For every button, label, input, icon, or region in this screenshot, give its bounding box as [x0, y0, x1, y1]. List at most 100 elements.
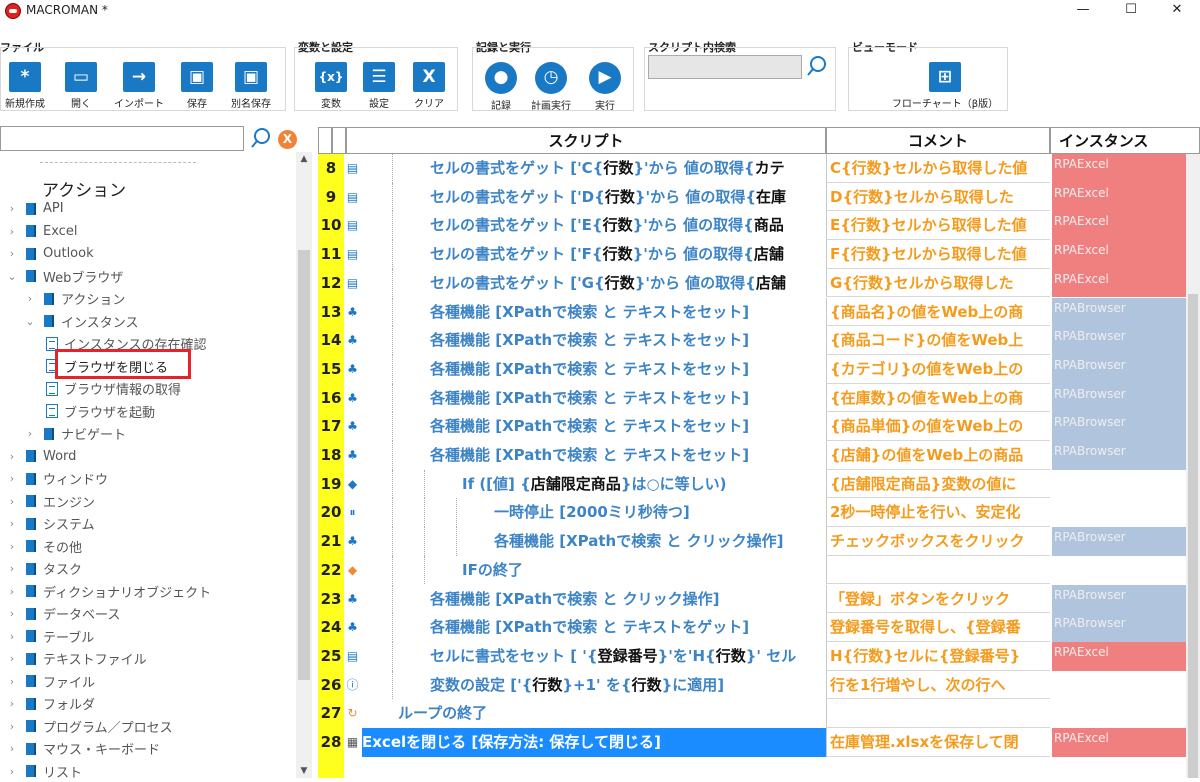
comment-cell[interactable]: {在庫数}の値をWeb上の商: [826, 383, 1050, 413]
script-row[interactable]: 16 ♣ 各種機能 [XPathで検索 と テキストをセット] {在庫数}の値をWeb…: [318, 383, 1200, 413]
scroll-up-icon[interactable]: ▲: [296, 154, 312, 164]
comment-cell[interactable]: [826, 555, 1050, 585]
script-row[interactable]: 20 ⏸ 一時停止 [2000ミリ秒待つ] 2秒一時停止を行い、安定化: [318, 498, 1200, 528]
instance-cell[interactable]: RPAExcel: [1052, 182, 1187, 212]
script-row[interactable]: 18 ♣ 各種機能 [XPathで検索 と テキストをセット] {店舗}の値をWeb上…: [318, 441, 1200, 470]
ribbon-button[interactable]: ▣ 別名保存: [226, 50, 276, 110]
script-row[interactable]: 24 ♣ 各種機能 [XPathで検索 と テキストをゲット] 登録番号を取得し、{登…: [318, 613, 1200, 642]
script-row[interactable]: 8 ▤ セルの書式をゲット ['C{行数}'から 値の取得{カテ C{行数}セルから取…: [318, 154, 1200, 183]
script-row[interactable]: 27 ↻ ループの終了: [318, 699, 1200, 728]
comment-cell[interactable]: D{行数}セルから取得した: [826, 182, 1050, 212]
instance-cell[interactable]: RPABrowser: [1052, 297, 1187, 327]
instance-cell[interactable]: [1052, 671, 1187, 700]
tree-item[interactable]: › テキストファイル: [6, 648, 147, 669]
chevron-right-icon[interactable]: ›: [6, 225, 18, 238]
tree-item[interactable]: ⌄ Webブラウザ: [6, 266, 123, 287]
comment-cell[interactable]: 「登録」ボタンをクリック: [826, 584, 1050, 614]
script-row[interactable]: 25 ▤ セルに書式をセット [ '{登録番号}'を'H{行数}' セル H{行数}セ…: [318, 641, 1200, 671]
comment-cell[interactable]: C{行数}セルから取得した値: [826, 154, 1050, 183]
ribbon-button[interactable]: ● 記録: [476, 50, 526, 112]
chevron-right-icon[interactable]: ›: [6, 472, 18, 485]
chevron-right-icon[interactable]: ›: [6, 517, 18, 530]
instance-cell[interactable]: RPABrowser: [1052, 584, 1187, 614]
tree-item[interactable]: › テーブル: [6, 626, 94, 647]
comment-cell[interactable]: {商品単価}の値をWeb上の: [826, 412, 1050, 441]
tree-item[interactable]: › ファイル: [6, 671, 95, 692]
tree-item[interactable]: ブラウザを起動: [46, 401, 155, 422]
ribbon-button[interactable]: ☰ 設定: [354, 50, 404, 110]
script-row[interactable]: 19 ◆ If ([値] {店舗限定商品}は○に等しい) {店舗限定商品}変数の値に: [318, 469, 1200, 499]
script-row[interactable]: 12 ▤ セルの書式をゲット ['G{行数}'から 値の取得{店舗 G{行数}セルから…: [318, 268, 1200, 298]
tree-item[interactable]: › Excel: [6, 221, 78, 242]
tree-item[interactable]: › プログラム／プロセス: [6, 716, 173, 737]
chevron-right-icon[interactable]: ›: [6, 450, 18, 463]
comment-cell[interactable]: {カテゴリ}の値をWeb上の: [826, 354, 1050, 384]
scrollbar-thumb[interactable]: [1188, 294, 1198, 778]
comment-cell[interactable]: 登録番号を取得し、{登録番: [826, 613, 1050, 642]
tree-item[interactable]: › データベース: [6, 603, 121, 624]
chevron-right-icon[interactable]: ›: [6, 675, 18, 688]
instance-cell[interactable]: [1052, 498, 1187, 527]
ribbon-button[interactable]: ⊞ フローチャート（β版）: [870, 50, 1020, 110]
comment-cell[interactable]: [826, 699, 1050, 728]
ribbon-button[interactable]: ▶ 実行: [580, 50, 630, 112]
script-row[interactable]: 9 ▤ セルの書式をゲット ['D{行数}'から 値の取得{在庫 D{行数}セルから取…: [318, 182, 1200, 212]
script-row[interactable]: 28 ▦ Excelを閉じる [保存方法: 保存して閉じる] 在庫管理.xlsxを保存…: [318, 728, 1200, 757]
instance-cell[interactable]: [1052, 556, 1187, 585]
script-row[interactable]: 11 ▤ セルの書式をゲット ['F{行数}'から 値の取得{店舗 F{行数}セルから…: [318, 240, 1200, 269]
chevron-right-icon[interactable]: ›: [6, 562, 18, 575]
ribbon-button[interactable]: → インポート: [114, 50, 164, 110]
ribbon-button[interactable]: ▣ 保存: [172, 50, 222, 110]
instance-cell[interactable]: RPABrowser: [1052, 441, 1187, 470]
tree-item[interactable]: › マウス・キーボード: [6, 738, 160, 759]
comment-cell[interactable]: E{行数}セルから取得した値: [826, 211, 1050, 241]
script-row[interactable]: 26 ⓘ 変数の設定 ['{行数}+1' を{行数}に適用] 行を1行増やし、次の行へ: [318, 670, 1200, 700]
search-icon[interactable]: [250, 127, 272, 149]
chevron-right-icon[interactable]: ›: [6, 630, 18, 643]
grid-scrollbar[interactable]: [1186, 154, 1200, 778]
chevron-right-icon[interactable]: ›: [6, 607, 18, 620]
chevron-right-icon[interactable]: ›: [24, 427, 36, 440]
script-row[interactable]: 15 ♣ 各種機能 [XPathで検索 と テキストをセット] {カテゴリ}の値をWe…: [318, 354, 1200, 384]
scrollbar-thumb[interactable]: [298, 250, 310, 680]
script-row[interactable]: 13 ♣ 各種機能 [XPathで検索 と テキストをセット] {商品名}の値をWeb…: [318, 297, 1200, 327]
tree-scrollbar[interactable]: ▲ ▼: [296, 152, 312, 778]
script-row[interactable]: 17 ♣ 各種機能 [XPathで検索 と テキストをセット] {商品単価}の値をWe…: [318, 412, 1200, 441]
comment-cell[interactable]: H{行数}セルに{登録番号}: [826, 641, 1050, 671]
script-row[interactable]: 21 ♣ 各種機能 [XPathで検索 と クリック操作] チェックボックスをクリック…: [318, 527, 1200, 556]
instance-cell[interactable]: RPABrowser: [1052, 527, 1187, 556]
comment-cell[interactable]: G{行数}セルから取得した: [826, 268, 1050, 298]
chevron-right-icon[interactable]: ›: [6, 202, 18, 215]
tree-item[interactable]: › ウィンドウ: [6, 468, 108, 489]
instance-cell[interactable]: RPABrowser: [1052, 326, 1187, 355]
tree-item[interactable]: ⌄ インスタンス: [24, 311, 138, 332]
comment-cell[interactable]: {商品コード}の値をWeb上: [826, 326, 1050, 355]
ribbon-button[interactable]: ◷ 計画実行: [526, 50, 576, 112]
comment-cell[interactable]: {店舗}の値をWeb上の商品: [826, 441, 1050, 470]
header-script[interactable]: スクリプト: [346, 127, 826, 154]
comment-cell[interactable]: 2秒一時停止を行い、安定化: [826, 498, 1050, 528]
chevron-right-icon[interactable]: ›: [6, 540, 18, 553]
tree-item[interactable]: › アクション: [24, 288, 126, 309]
chevron-right-icon[interactable]: ›: [6, 697, 18, 710]
tree-item[interactable]: › API: [6, 198, 64, 219]
comment-cell[interactable]: 行を1行増やし、次の行へ: [826, 670, 1050, 700]
ribbon-button[interactable]: * 新規作成: [0, 50, 50, 110]
instance-cell[interactable]: RPABrowser: [1052, 613, 1187, 642]
comment-cell[interactable]: F{行数}セルから取得した値: [826, 240, 1050, 269]
tree-item[interactable]: › エンジン: [6, 491, 95, 512]
chevron-right-icon[interactable]: ›: [6, 720, 18, 733]
instance-cell[interactable]: RPABrowser: [1052, 354, 1187, 384]
tree-item[interactable]: › フォルダ: [6, 693, 95, 714]
chevron-right-icon[interactable]: ›: [6, 495, 18, 508]
instance-cell[interactable]: RPAExcel: [1052, 154, 1187, 183]
chevron-right-icon[interactable]: ›: [6, 585, 18, 598]
ribbon-button[interactable]: ▭ 開く: [56, 50, 106, 110]
tree-item[interactable]: › Word: [6, 446, 77, 467]
comment-cell[interactable]: 在庫管理.xlsxを保存して閉: [826, 728, 1050, 757]
comment-cell[interactable]: {店舗限定商品}変数の値に: [826, 469, 1050, 499]
tree-item[interactable]: › タスク: [6, 558, 82, 579]
scroll-down-icon[interactable]: ▼: [296, 766, 312, 776]
chevron-down-icon[interactable]: ⌄: [24, 315, 36, 328]
chevron-down-icon[interactable]: ⌄: [6, 270, 18, 283]
